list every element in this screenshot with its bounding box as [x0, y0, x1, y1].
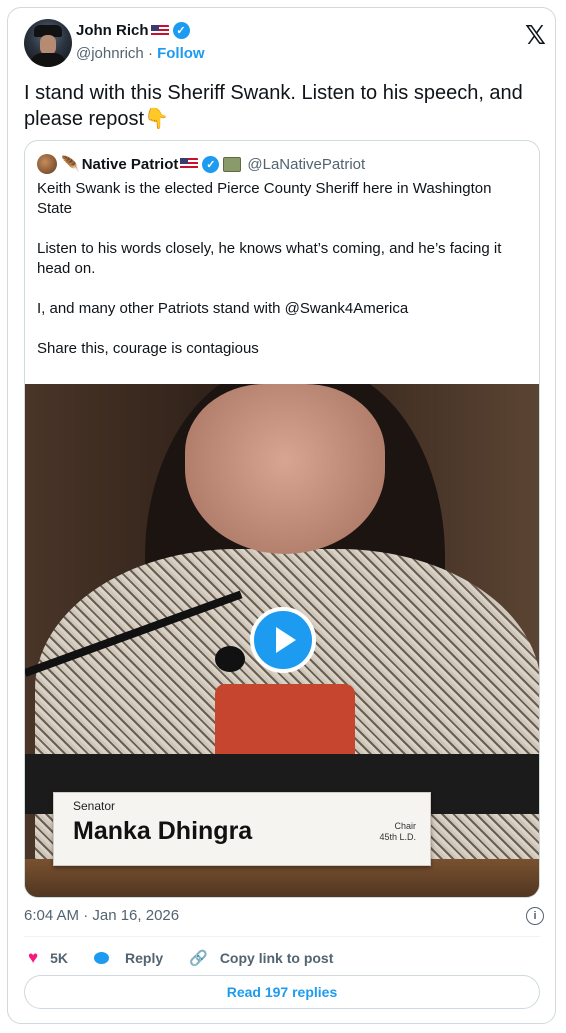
nameplate: Senator Manka Dhingra Chair 45th L.D.: [53, 792, 431, 866]
nameplate-title: Senator: [73, 799, 116, 813]
x-logo-icon[interactable]: 𝕏: [525, 21, 546, 51]
like-count: 5K: [50, 950, 68, 966]
quoted-avatar[interactable]: [37, 154, 57, 174]
us-flag-icon: [150, 24, 169, 37]
feather-icon: 🪶: [61, 156, 80, 173]
quoted-paragraph: Listen to his words closely, he knows wh…: [37, 240, 502, 277]
quoted-author-name[interactable]: Native Patriot: [82, 156, 179, 173]
verified-badge-icon: ✓: [172, 22, 190, 39]
nameplate-district: 45th L.D.: [379, 832, 416, 842]
us-flag-icon: [180, 158, 199, 170]
copy-link-label: Copy link to post: [219, 950, 334, 966]
microphone-icon: [215, 646, 245, 672]
play-button-icon[interactable]: [250, 607, 316, 673]
nameplate-name: Manka Dhingra: [73, 817, 253, 845]
quoted-author-handle[interactable]: @LaNativePatriot: [247, 156, 365, 173]
quoted-paragraph: Share this, courage is contagious: [37, 340, 259, 357]
read-replies-button[interactable]: Read 197 replies: [24, 975, 540, 1009]
copy-link-button[interactable]: 🔗 Copy link to post: [189, 949, 333, 967]
tweet-timestamp[interactable]: 6:04 AM · Jan 16, 2026: [24, 907, 179, 924]
author-name[interactable]: John Rich: [76, 22, 149, 39]
nameplate-chair: Chair 45th L.D.: [379, 821, 416, 843]
link-icon: 🔗: [189, 950, 208, 967]
reply-label: Reply: [125, 950, 164, 966]
quoted-paragraph: Keith Swank is the elected Pierce County…: [37, 180, 492, 217]
nameplate-chair-label: Chair: [394, 821, 416, 831]
verified-badge-icon: ✓: [202, 155, 220, 173]
tweet-header: John Rich ✓ @johnrich · Follow 𝕏: [24, 19, 546, 69]
follow-button[interactable]: Follow: [157, 45, 205, 62]
quoted-paragraph: I, and many other Patriots stand with @S…: [37, 300, 409, 317]
author-handle[interactable]: @johnrich: [76, 45, 144, 62]
author-name-row[interactable]: John Rich ✓: [76, 22, 190, 39]
affiliate-badge-icon: [223, 156, 242, 172]
author-avatar[interactable]: [24, 19, 72, 67]
like-button[interactable]: ♥ 5K: [28, 948, 68, 968]
separator: ·: [147, 45, 153, 62]
info-icon[interactable]: i: [526, 907, 544, 925]
quoted-header: 🪶 Native Patriot ✓ @LaNativePatriot: [37, 154, 365, 174]
reply-bubble-icon: [94, 952, 109, 964]
divider: [24, 936, 540, 937]
action-bar: ♥ 5K Reply 🔗 Copy link to post: [28, 948, 359, 968]
quoted-text: Keith Swank is the elected Pierce County…: [37, 179, 527, 379]
video-player[interactable]: Senator Manka Dhingra Chair 45th L.D.: [25, 384, 539, 897]
tweet-text: I stand with this Sheriff Swank. Listen …: [24, 82, 523, 130]
heart-icon: ♥: [28, 948, 39, 967]
quoted-tweet[interactable]: 🪶 Native Patriot ✓ @LaNativePatriot Keit…: [24, 140, 540, 898]
author-handle-row: @johnrich · Follow: [76, 45, 205, 62]
video-face: [185, 384, 385, 554]
reply-button[interactable]: Reply: [94, 950, 163, 966]
